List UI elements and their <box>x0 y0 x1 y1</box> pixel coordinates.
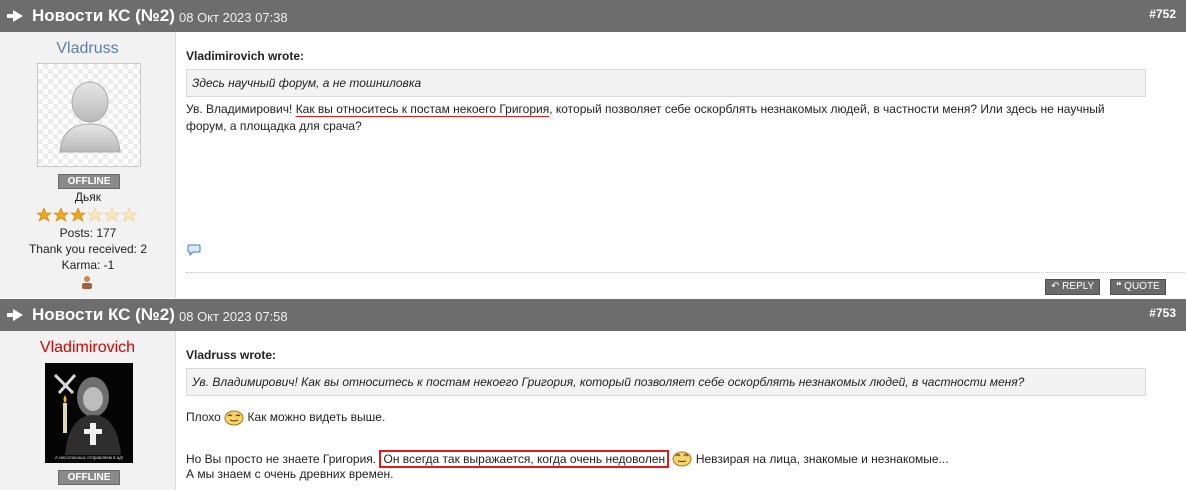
pin-icon[interactable] <box>7 308 23 322</box>
reply-button[interactable]: ↶ REPLY <box>1045 279 1101 295</box>
karma-icon[interactable] <box>80 275 94 291</box>
chat-bubble-icon[interactable] <box>187 244 201 256</box>
rank-stars <box>36 207 147 222</box>
post-text: Ув. Владимирович! Как вы относитесь к по… <box>186 101 1136 135</box>
avatar-caption: А несогласных отправляем в ад! <box>55 455 123 460</box>
avatar[interactable] <box>37 63 141 167</box>
quote-author: Vladimirovich wrote: <box>186 49 305 63</box>
smiley-icon <box>224 410 244 426</box>
quote-block: Ув. Владимирович! Как вы относитесь к по… <box>186 368 1146 396</box>
author-name[interactable]: Vladimirovich <box>0 339 175 357</box>
quote-button[interactable]: ❝ QUOTE <box>1110 279 1166 295</box>
reply-arrow-icon: ↶ <box>1051 281 1060 292</box>
author-rank: Дьяк <box>74 190 102 204</box>
post-text-line: Плохо Как можно видеть выше. <box>186 407 1136 427</box>
post-text-part: Плохо <box>186 410 221 424</box>
post-text-part: Ув. Владимирович! <box>186 102 296 116</box>
post-text-line: А мы знаем с очень древних времен. <box>186 467 394 481</box>
star-icon <box>53 207 69 222</box>
status-badge: OFFLINE <box>58 174 120 189</box>
reply-label: REPLY <box>1062 281 1095 292</box>
smiley-icon <box>672 451 692 467</box>
quote-block: Здесь научный форум, а не тошниловка <box>186 69 1146 97</box>
post-text-part: Как можно видеть выше. <box>247 410 386 424</box>
default-avatar-icon <box>59 81 121 153</box>
post-header-753: Новости КС (№2) 08 Окт 2023 07:58 #753 <box>0 299 1186 331</box>
topic-title[interactable]: Новости КС (№2) <box>32 305 175 325</box>
post-number[interactable]: #752 <box>1149 7 1176 21</box>
monk-avatar-image: А несогласных отправляем в ад! <box>45 363 133 463</box>
star-icon <box>121 207 137 222</box>
thanks-count: Thank you received: 2 <box>28 242 148 256</box>
post-header-752: Новости КС (№2) 08 Окт 2023 07:38 #752 <box>0 0 1186 32</box>
star-icon <box>104 207 120 222</box>
post-body-752: Vladimirovich wrote: Здесь научный форум… <box>176 32 1186 298</box>
topic-title[interactable]: Новости КС (№2) <box>32 6 175 26</box>
underlined-phrase: Как вы относитесь к постам некоего Григо… <box>295 102 550 116</box>
post-text-part: Но Вы просто не знаете Григория. <box>186 452 377 466</box>
status-badge: OFFLINE <box>58 470 120 485</box>
star-icon <box>70 207 86 222</box>
pin-icon[interactable] <box>7 9 23 23</box>
post-number[interactable]: #753 <box>1149 306 1176 320</box>
post-text-part: Невзирая на лица, знакомые и незнакомые.… <box>695 452 949 466</box>
author-panel: Vladruss OFFLINE Дьяк Posts: 177 Thank y… <box>0 32 176 298</box>
author-panel: Vladimirovich А несогласных отправляем в… <box>0 331 176 490</box>
post-date: 08 Окт 2023 07:58 <box>179 309 288 324</box>
karma-value: Karma: -1 <box>61 258 115 272</box>
author-name[interactable]: Vladruss <box>0 40 175 58</box>
quote-bubble-icon: ❝ <box>1116 281 1122 292</box>
star-icon <box>87 207 103 222</box>
post-date: 08 Окт 2023 07:38 <box>179 10 288 25</box>
quote-author: Vladruss wrote: <box>186 348 277 362</box>
star-icon <box>36 207 52 222</box>
quote-label: QUOTE <box>1124 281 1160 292</box>
post-divider <box>186 272 1186 273</box>
post-body-753: Vladruss wrote: Ув. Владимирович! Как вы… <box>176 331 1186 490</box>
post-count: Posts: 177 <box>59 226 117 240</box>
avatar[interactable]: А несогласных отправляем в ад! <box>45 363 133 463</box>
